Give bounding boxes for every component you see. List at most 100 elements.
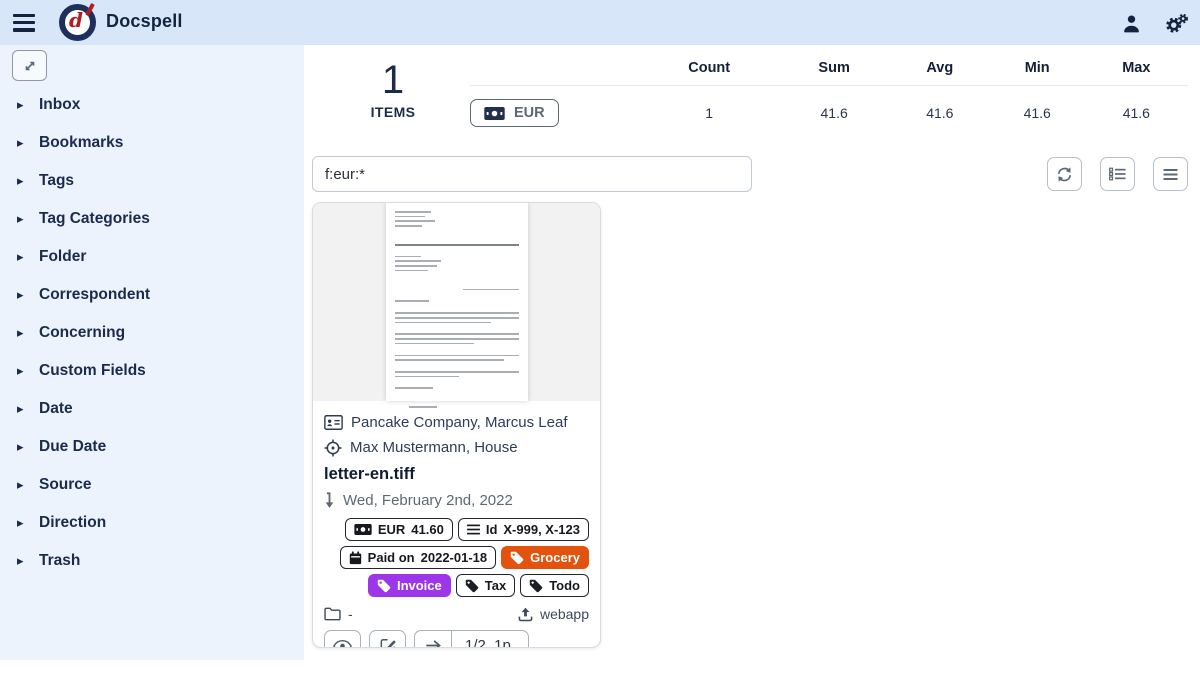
- sidebar-item-label: Inbox: [39, 96, 80, 114]
- item-badges: EUR 41.60 Id X-999, X-123 Paid on 2022-0…: [324, 518, 589, 597]
- top-navbar: d Docspell: [0, 0, 1200, 45]
- chevron-right-icon: ▸: [17, 363, 31, 379]
- open-detail-button[interactable]: [415, 631, 452, 648]
- sidebar-item-direction[interactable]: ▸Direction: [0, 504, 304, 542]
- sidebar-item-due-date[interactable]: ▸Due Date: [0, 428, 304, 466]
- sidebar-item-label: Concerning: [39, 324, 125, 342]
- currency-stats-table: Count Sum Avg Min Max EUR 1 41.6 41.6 41…: [470, 58, 1188, 127]
- stats-col-max: Max: [1085, 58, 1188, 86]
- search-input[interactable]: [312, 156, 752, 192]
- item-title[interactable]: letter-en.tiff: [324, 465, 589, 484]
- chevron-right-icon: ▸: [17, 173, 31, 189]
- sidebar-item-tags[interactable]: ▸ Tags: [0, 162, 304, 200]
- app-title: Docspell: [106, 11, 183, 32]
- currency-code: EUR: [514, 105, 545, 121]
- chevron-right-icon: ▸: [17, 249, 31, 265]
- sidebar-item-inbox[interactable]: ▸Inbox: [0, 86, 304, 124]
- sidebar-item-label: Tags: [39, 172, 74, 190]
- sidebar-item-trash[interactable]: ▸ Trash: [0, 542, 304, 580]
- docspell-app: d Docspell ▸Inbox ▸Bookmarks ▸Tags ▸Tag …: [0, 0, 1200, 674]
- stats-row-eur: EUR 1 41.6 41.6 41.6 41.6: [470, 86, 1188, 128]
- sidebar-item-label: Source: [39, 476, 92, 494]
- sidebar-item-label: Bookmarks: [39, 134, 123, 152]
- money-bill-icon: [484, 107, 505, 120]
- tag-name: Grocery: [530, 549, 580, 566]
- sidebar-item-date[interactable]: ▸Date: [0, 390, 304, 428]
- stats-col-min: Min: [990, 58, 1085, 86]
- stats-count-value: 1: [640, 86, 778, 128]
- sync-icon: [1056, 166, 1073, 183]
- chevron-right-icon: ▸: [17, 401, 31, 417]
- tasks-list-icon: [1109, 167, 1126, 181]
- tag-icon: [377, 579, 391, 593]
- id-badge: Id X-999, X-123: [458, 518, 589, 541]
- stats-col-sum: Sum: [778, 58, 890, 86]
- tag-icon: [465, 579, 479, 593]
- user-icon[interactable]: [1118, 11, 1144, 35]
- docspell-logo: d: [59, 4, 96, 41]
- left-sidebar: ▸Inbox ▸Bookmarks ▸Tags ▸Tag Categories …: [0, 45, 304, 660]
- tag-icon: [510, 551, 524, 565]
- stats-max-value: 41.6: [1085, 86, 1188, 128]
- upload-icon: [518, 607, 533, 622]
- paid-label: Paid on: [368, 549, 415, 566]
- tag-badge-grocery: Grocery: [501, 546, 589, 569]
- lines-icon: [467, 524, 480, 535]
- sidebar-item-folder[interactable]: ▸Folder: [0, 238, 304, 276]
- sidebar-item-label: Tag Categories: [39, 210, 150, 228]
- stats-header-row: Count Sum Avg Min Max: [470, 58, 1188, 86]
- sidebar-item-label: Custom Fields: [39, 362, 146, 380]
- folder-info: -: [324, 606, 353, 622]
- money-bill-icon: [354, 524, 372, 535]
- concerning-text: Max Mustermann, House: [350, 439, 518, 456]
- items-count-block: 1 ITEMS: [333, 58, 453, 120]
- card-actions: 1/2, 1p.: [324, 630, 589, 648]
- amount-value: 41.60: [411, 521, 444, 538]
- amount-badge: EUR 41.60: [345, 518, 453, 541]
- amount-currency: EUR: [378, 521, 405, 538]
- crosshair-icon: [324, 439, 342, 457]
- arrow-right-icon: [425, 639, 441, 648]
- expand-sidebar-button[interactable]: [12, 50, 47, 81]
- document-page-preview: [386, 203, 528, 401]
- sidebar-item-tag-categories[interactable]: ▸ Tag Categories: [0, 200, 304, 238]
- sidebar-item-custom-fields[interactable]: ▸ Custom Fields: [0, 352, 304, 390]
- address-card-icon: [324, 415, 343, 430]
- items-count-label: ITEMS: [333, 104, 453, 120]
- sidebar-item-bookmarks[interactable]: ▸ Bookmarks: [0, 124, 304, 162]
- stats-col-avg: Avg: [890, 58, 990, 86]
- document-thumbnail[interactable]: [313, 203, 600, 401]
- sidebar-item-correspondent[interactable]: ▸Correspondent: [0, 276, 304, 314]
- edit-button[interactable]: [369, 630, 406, 648]
- menu-icon[interactable]: [13, 14, 35, 32]
- pages-count-label[interactable]: 1/2, 1p.: [452, 631, 528, 648]
- chevron-right-icon: ▸: [17, 287, 31, 303]
- chevron-right-icon: ▸: [17, 325, 31, 341]
- item-card: Pancake Company, Marcus Leaf Max Musterm…: [312, 202, 601, 648]
- bars-icon: [1163, 168, 1178, 181]
- sidebar-item-label: Trash: [39, 552, 80, 570]
- stats-avg-value: 41.6: [890, 86, 990, 128]
- folder-name: -: [348, 606, 353, 622]
- tag-name: Tax: [485, 577, 506, 594]
- select-mode-button[interactable]: [1100, 157, 1135, 191]
- view-menu-button[interactable]: [1153, 157, 1188, 191]
- chevron-right-icon: ▸: [17, 553, 31, 569]
- sidebar-item-label: Direction: [39, 514, 106, 532]
- sidebar-filter-list: ▸Inbox ▸Bookmarks ▸Tags ▸Tag Categories …: [0, 86, 304, 580]
- sidebar-item-concerning[interactable]: ▸ Concerning: [0, 314, 304, 352]
- refresh-button[interactable]: [1047, 157, 1082, 191]
- chevron-right-icon: ▸: [17, 135, 31, 151]
- tag-badge-invoice: Invoice: [368, 574, 451, 597]
- card-body: Pancake Company, Marcus Leaf Max Musterm…: [313, 401, 600, 648]
- chevron-right-icon: ▸: [17, 439, 31, 455]
- sidebar-item-source[interactable]: ▸ Source: [0, 466, 304, 504]
- chevron-right-icon: ▸: [17, 477, 31, 493]
- correspondent-text: Pancake Company, Marcus Leaf: [351, 414, 568, 431]
- source-info: webapp: [518, 606, 589, 622]
- chevron-right-icon: ▸: [17, 211, 31, 227]
- arrow-down-icon: [324, 492, 335, 509]
- gears-icon[interactable]: [1164, 11, 1190, 35]
- preview-button[interactable]: [324, 630, 361, 648]
- eye-icon: [333, 640, 352, 649]
